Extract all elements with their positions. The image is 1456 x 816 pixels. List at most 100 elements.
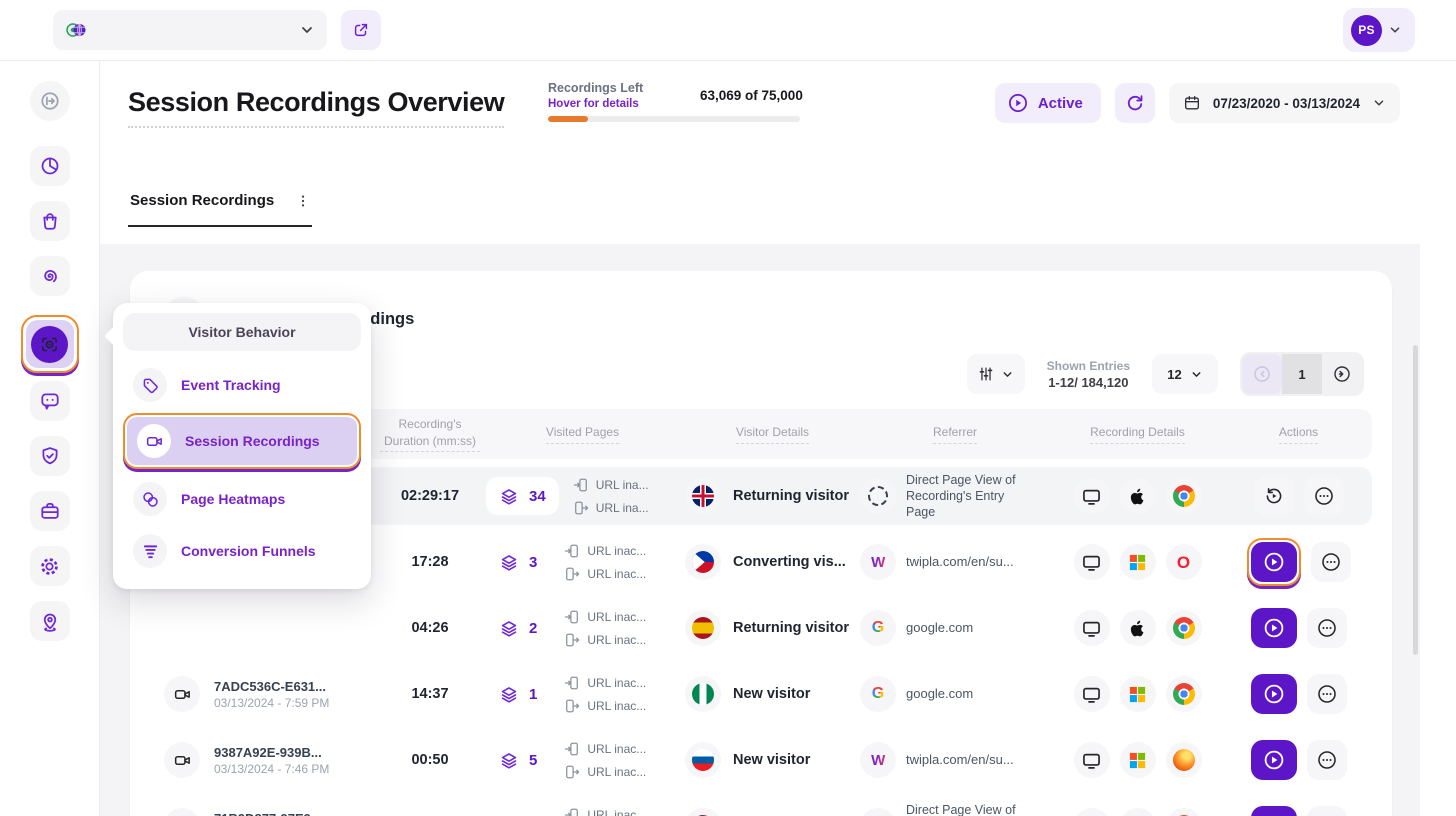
flag-chip — [685, 676, 721, 712]
os-chip — [1120, 544, 1156, 580]
exit-url[interactable]: URL inac... — [564, 566, 646, 582]
table-row[interactable]: 9387A92E-939B... 03/13/2024 - 7:46 PM 00… — [150, 731, 1372, 789]
sidebar-item[interactable] — [30, 491, 70, 531]
menu-header: Visitor Behavior — [123, 313, 361, 351]
menu-item-session-recordings[interactable]: Session Recordings — [127, 417, 357, 465]
sidebar-item[interactable] — [30, 546, 70, 586]
referrer-cell: G google.com — [860, 610, 1050, 646]
play-recording-button[interactable] — [1251, 674, 1297, 714]
play-recording-button[interactable] — [1251, 806, 1297, 816]
pages-count-pill[interactable]: 1 — [486, 675, 550, 713]
entry-url[interactable]: URL inac... — [564, 807, 646, 816]
pages-count-pill[interactable]: 34 — [486, 477, 559, 515]
column-header[interactable]: Referrer — [860, 424, 1050, 443]
exit-url[interactable]: URL inac... — [564, 632, 646, 648]
open-external-button[interactable] — [341, 10, 381, 50]
page-size-select[interactable]: 12 — [1152, 354, 1218, 394]
table-row[interactable]: 7ADC536C-E631... 03/13/2024 - 7:59 PM 14… — [150, 665, 1372, 723]
recording-details-cell — [1050, 610, 1225, 646]
visitor-cell: Returning visitor — [685, 808, 860, 816]
exit-url[interactable]: URL inac... — [564, 764, 646, 780]
entry-url-text: URL inac... — [587, 544, 646, 558]
sidebar-item[interactable] — [30, 601, 70, 641]
sidebar-item[interactable] — [30, 436, 70, 476]
sidebar-item[interactable] — [30, 381, 70, 421]
google-icon: G — [872, 619, 884, 637]
row-menu-button[interactable] — [1307, 674, 1347, 714]
pages-count: 2 — [529, 620, 537, 637]
entry-url[interactable]: URL inac... — [564, 543, 646, 559]
device-chip — [1074, 742, 1110, 778]
tab-bar: Session Recordings — [100, 184, 1456, 244]
pages-count: 5 — [529, 752, 537, 769]
entry-url[interactable]: URL inac... — [564, 741, 646, 757]
play-recording-button[interactable] — [1251, 740, 1297, 780]
site-selector[interactable] — [53, 10, 327, 50]
next-page-button[interactable] — [1322, 354, 1362, 394]
pages-count-pill[interactable]: 1 — [486, 807, 550, 816]
menu-item-event-tracking[interactable]: Event Tracking — [123, 361, 361, 409]
play-recording-button[interactable] — [1251, 608, 1297, 648]
column-header[interactable]: Visitor Details — [685, 424, 860, 443]
columns-filter-button[interactable] — [967, 354, 1025, 394]
column-header[interactable]: Actions — [1225, 424, 1372, 443]
visitor-type: New visitor — [733, 686, 810, 702]
menu-item-page-heatmaps[interactable]: Page Heatmaps — [123, 475, 361, 523]
progress-fill — [548, 116, 588, 122]
sidebar-item[interactable] — [30, 81, 70, 121]
entry-url[interactable]: URL inac... — [564, 675, 646, 691]
row-menu-button[interactable] — [1307, 806, 1347, 816]
sidebar-item[interactable] — [30, 146, 70, 186]
flag-chip — [685, 544, 721, 580]
pages-count-pill[interactable]: 2 — [486, 609, 550, 647]
visited-pages-cell: 1 URL inac... URL inac... — [480, 807, 685, 816]
date-range-picker[interactable]: 07/23/2020 - 03/13/2024 — [1169, 83, 1400, 123]
entry-url-icon — [564, 675, 580, 691]
table-row[interactable]: 04:26 2 URL inac... URL inac... — [150, 599, 1372, 657]
dots-circle-icon — [1313, 485, 1335, 507]
user-menu[interactable]: PS — [1343, 8, 1415, 52]
current-page[interactable]: 1 — [1282, 354, 1322, 394]
table-row[interactable]: 71B9D877-97E9-... 03/13/2024 - 7:20 PM 0… — [150, 797, 1372, 816]
row-menu-button[interactable] — [1307, 608, 1347, 648]
sidebar-item-session-recordings[interactable] — [26, 320, 74, 368]
tag-icon — [133, 368, 167, 402]
recording-details-cell — [1050, 808, 1225, 816]
row-menu-button[interactable] — [1304, 476, 1344, 516]
chevron-down-icon — [299, 22, 315, 38]
prev-page-button[interactable] — [1242, 354, 1282, 394]
exit-url[interactable]: URL inac... — [564, 698, 646, 714]
menu-item-conversion-funnels[interactable]: Conversion Funnels — [123, 527, 361, 575]
play-recording-button[interactable] — [1251, 542, 1297, 582]
device-chip — [1074, 478, 1110, 514]
sidebar-active-highlight[interactable] — [21, 315, 79, 373]
refresh-button[interactable] — [1115, 83, 1155, 123]
collapse-icon — [39, 90, 61, 112]
layers-icon — [499, 552, 519, 572]
exit-url[interactable]: URL ina... — [573, 500, 649, 516]
tab-session-recordings[interactable]: Session Recordings — [128, 184, 312, 227]
os-chip — [1120, 610, 1156, 646]
pages-count-pill[interactable]: 3 — [486, 543, 550, 581]
scrollbar[interactable] — [1413, 345, 1418, 655]
exit-url-icon — [564, 698, 580, 714]
column-header[interactable]: Visited Pages — [480, 424, 685, 443]
column-header[interactable]: Recording's Duration (mm:ss) — [380, 416, 480, 451]
entry-url[interactable]: URL ina... — [573, 477, 649, 493]
status-filter-button[interactable]: Active — [995, 83, 1101, 123]
layers-icon — [499, 618, 519, 638]
twipla-icon: W — [871, 554, 885, 571]
row-menu-button[interactable] — [1311, 542, 1351, 582]
row-menu-button[interactable] — [1307, 740, 1347, 780]
status-filter-label: Active — [1038, 95, 1083, 112]
column-header[interactable]: Recording Details — [1050, 424, 1225, 443]
referrer-text: Direct Page View of Recording's Entry Pa… — [906, 472, 1024, 521]
kebab-menu-icon[interactable] — [296, 193, 310, 209]
pages-count-pill[interactable]: 5 — [486, 741, 550, 779]
replay-button[interactable] — [1254, 476, 1294, 516]
recording-details-cell — [1050, 676, 1225, 712]
entry-url[interactable]: URL inac... — [564, 609, 646, 625]
referrer-chip: W — [860, 742, 896, 778]
sidebar-item[interactable] — [30, 256, 70, 296]
sidebar-item[interactable] — [30, 201, 70, 241]
